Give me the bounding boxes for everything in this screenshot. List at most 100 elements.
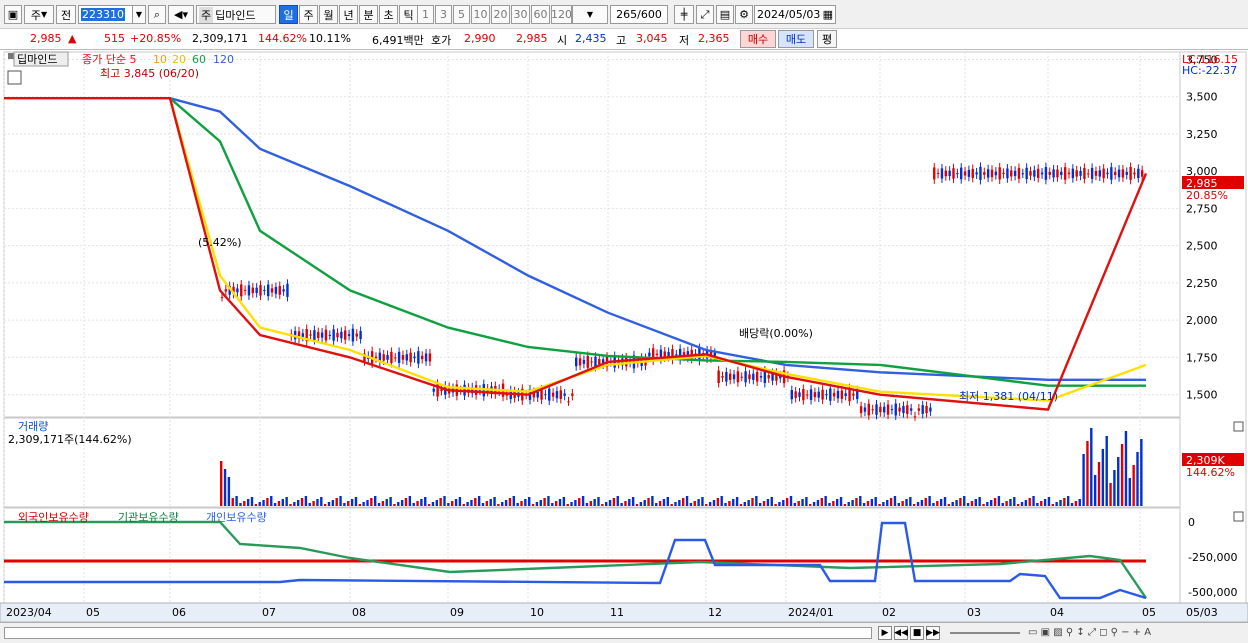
market-select[interactable]: 주 ▼ [24,5,54,24]
volume-bar [501,502,504,506]
candle-body [270,288,274,293]
candle-icon[interactable]: ╪ [674,5,694,24]
gear-icon[interactable]: ⚙ [735,5,753,24]
count-field[interactable]: 265/600 [610,5,668,24]
volume-bar [447,503,450,506]
volume-bar [554,501,558,506]
stock-chart[interactable]: 3,7503,5003,2503,0002,7502,5002,2502,000… [0,50,1248,622]
candle-body [886,404,890,415]
candle-body [925,405,928,414]
volume-value: 2,309,171 [192,32,248,45]
speaker-icon[interactable]: ◀▾ [168,5,194,24]
volume-bar [828,503,831,506]
search-icon[interactable]: ⌕ [148,5,166,24]
interval-button-20[interactable]: 20 [491,5,510,24]
candle-body [879,406,882,413]
period-dropdown[interactable]: ▼ [572,5,608,24]
interval-button-30[interactable]: 30 [511,5,530,24]
volume-bar [1043,499,1047,506]
volume-bar [643,500,646,506]
volume-bar [774,504,777,506]
volume-bar [797,501,800,506]
interval-button-120[interactable]: 120 [551,5,572,24]
stock-name-field[interactable]: 주 딥마인드 [196,5,276,24]
volume-bar [451,501,454,506]
period-button-5[interactable]: 초 [379,5,398,24]
pane-handle-icon[interactable] [8,53,14,59]
interval-button-10[interactable]: 10 [471,5,490,24]
candle-body [936,172,940,174]
candle-body [852,393,855,396]
period-button-4[interactable]: 분 [359,5,378,24]
interval-button-5[interactable]: 5 [453,5,470,24]
volume-bar [1117,457,1120,506]
candle-body [1071,168,1075,179]
volume-bar [289,504,292,506]
interval-button-1[interactable]: 1 [417,5,434,24]
rewind-icon[interactable]: ◀◀ [894,626,908,640]
candle-body [755,372,759,382]
volume-bar [1136,452,1139,506]
candle-body [344,330,347,340]
candle-body [909,408,913,411]
candle-body [790,390,793,400]
eval-button[interactable]: 평 [817,30,837,48]
date-field[interactable]: 2024/05/03 ▦ [754,5,836,24]
window-icon[interactable]: ▣ [4,5,22,24]
volume-bar [1047,497,1051,506]
volume-bar [1001,503,1004,506]
low-label: 저 [679,34,690,47]
candle-body [432,388,435,392]
candle-body [236,288,239,293]
candle-body [424,353,428,362]
interval-button-3[interactable]: 3 [435,5,452,24]
interval-button-60[interactable]: 60 [531,5,550,24]
code-dropdown-icon[interactable]: ▼ [132,5,146,24]
prefix-button[interactable]: 전 [56,5,76,24]
candle-body [544,394,547,396]
candle-body [1140,170,1144,177]
volume-bar [281,499,284,506]
period-button-0[interactable]: 일 [279,5,298,24]
horizontal-scrollbar[interactable] [4,627,872,639]
candle-body [752,373,755,380]
volume-bar [1059,500,1062,506]
volume-bar [470,500,473,506]
volume-bar [724,503,727,506]
candle-body [859,406,863,413]
period-button-3[interactable]: 년 [339,5,358,24]
volume-bar [1055,502,1058,506]
table-icon[interactable] [7,70,22,85]
holdings-close-icon[interactable] [1233,511,1244,522]
volume-bar [920,500,924,506]
volume-bar [782,500,785,506]
volume-close-icon[interactable] [1233,421,1244,432]
zoom-slider[interactable] [950,632,1020,634]
period-button-6[interactable]: 틱 [399,5,418,24]
period-button-1[interactable]: 주 [299,5,318,24]
volume-bar [739,504,743,506]
volume-bar [312,501,315,506]
scroll-right-icon[interactable]: ▶ [878,626,892,640]
tool-icons[interactable]: ▭ ▣ ▨ ⚲ ↕ ⤢ ◻ ⚲ − + A [1028,627,1151,638]
volume-bar [901,501,904,506]
candle-body [563,393,566,396]
candle-body [1021,173,1024,175]
save-icon[interactable]: ▤ [716,5,734,24]
volume-bar [839,497,843,506]
chevron-down-icon: ▼ [40,10,48,19]
buy-button[interactable]: 매수 [740,30,776,48]
volume-bar [593,499,596,506]
volume-bar [716,498,720,506]
candle-body [744,371,747,383]
volume-bar [732,499,735,506]
candle-body [1029,171,1032,176]
period-button-2[interactable]: 월 [319,5,338,24]
line-tool-icon[interactable]: ⤢ [696,5,714,24]
volume-bar [1140,439,1143,506]
stop-icon[interactable]: ■ [910,626,924,640]
sell-button[interactable]: 매도 [778,30,814,48]
volume-bar [759,503,762,506]
volume-bar [377,503,381,506]
fast-forward-icon[interactable]: ▶▶ [926,626,940,640]
